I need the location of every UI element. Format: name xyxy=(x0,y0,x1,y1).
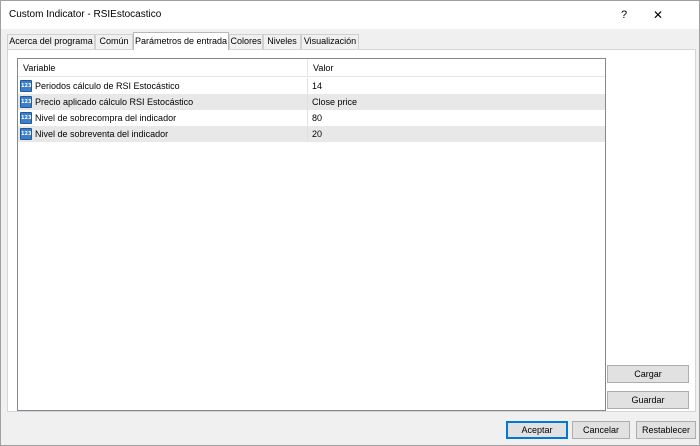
parameters-grid: Variable Valor 123 Periodos cálculo de R… xyxy=(17,58,606,411)
value-cell[interactable]: 20 xyxy=(312,126,602,142)
cancel-button[interactable]: Cancelar xyxy=(572,421,630,439)
tab-panel: Variable Valor 123 Periodos cálculo de R… xyxy=(7,49,696,412)
variable-cell: 123 Nivel de sobreventa del indicador xyxy=(18,126,308,142)
numeric-param-icon: 123 xyxy=(20,128,32,140)
numeric-param-icon: 123 xyxy=(20,112,32,124)
parameter-row[interactable]: 123 Periodos cálculo de RSI Estocástico … xyxy=(18,78,605,94)
variable-name: Nivel de sobrecompra del indicador xyxy=(35,113,177,123)
value-cell[interactable]: 80 xyxy=(312,110,602,126)
tab-parametros-de-entrada[interactable]: Parámetros de entrada xyxy=(133,32,229,50)
window-title: Custom Indicator - RSIEstocastico xyxy=(9,9,162,20)
parameter-row[interactable]: 123 Nivel de sobreventa del indicador 20 xyxy=(18,126,605,142)
save-button[interactable]: Guardar xyxy=(607,391,689,409)
tab-niveles[interactable]: Niveles xyxy=(263,34,301,49)
dialog-window: Custom Indicator - RSIEstocastico ? ✕ Ac… xyxy=(0,0,700,446)
title-bar: Custom Indicator - RSIEstocastico ? ✕ xyxy=(1,1,699,29)
numeric-param-icon: 123 xyxy=(20,96,32,108)
numeric-param-icon: 123 xyxy=(20,80,32,92)
variable-cell: 123 Nivel de sobrecompra del indicador xyxy=(18,110,308,126)
tab-acerca-del-programa[interactable]: Acerca del programa xyxy=(7,34,95,49)
grid-header: Variable Valor xyxy=(18,59,605,77)
parameter-row[interactable]: 123 Precio aplicado cálculo RSI Estocást… xyxy=(18,94,605,110)
variable-cell: 123 Precio aplicado cálculo RSI Estocást… xyxy=(18,94,308,110)
value-cell[interactable]: 14 xyxy=(312,78,602,94)
tab-visualizacion[interactable]: Visualización xyxy=(301,34,359,49)
ok-button[interactable]: Aceptar xyxy=(506,421,568,439)
tab-colores[interactable]: Colores xyxy=(229,34,263,49)
reset-button[interactable]: Restablecer xyxy=(636,421,696,439)
variable-name: Precio aplicado cálculo RSI Estocástico xyxy=(35,97,194,107)
variable-name: Nivel de sobreventa del indicador xyxy=(35,129,169,139)
tab-comun[interactable]: Común xyxy=(95,34,133,49)
close-button[interactable]: ✕ xyxy=(643,5,673,25)
variable-name: Periodos cálculo de RSI Estocástico xyxy=(35,81,180,91)
variable-cell: 123 Periodos cálculo de RSI Estocástico xyxy=(18,78,308,94)
load-button[interactable]: Cargar xyxy=(607,365,689,383)
value-cell[interactable]: Close price xyxy=(312,94,602,110)
help-button[interactable]: ? xyxy=(613,5,635,25)
column-header-value[interactable]: Valor xyxy=(308,59,605,77)
column-header-variable[interactable]: Variable xyxy=(18,59,308,77)
parameter-row[interactable]: 123 Nivel de sobrecompra del indicador 8… xyxy=(18,110,605,126)
